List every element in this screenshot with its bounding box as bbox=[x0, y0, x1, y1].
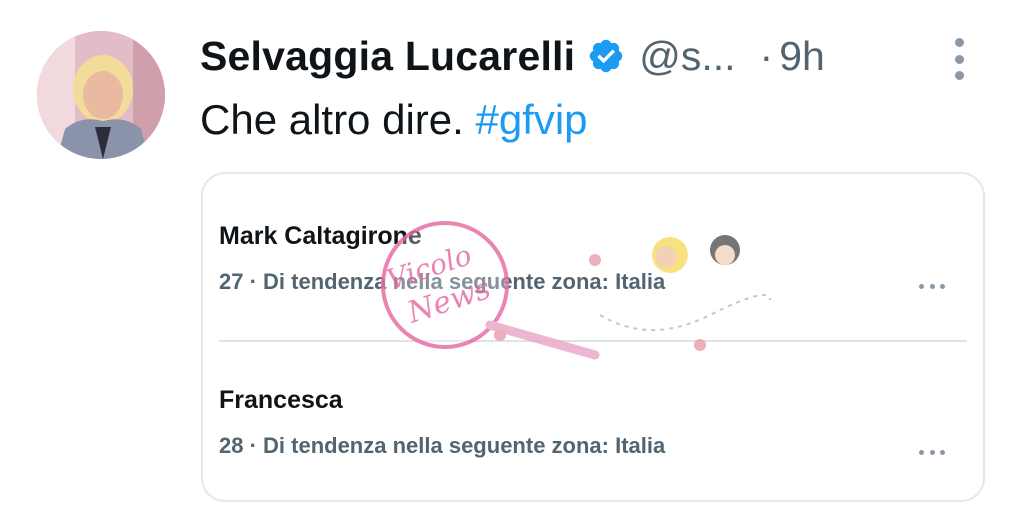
trend-name: Mark Caltagirone bbox=[219, 222, 422, 250]
trend-meta: 28 · Di tendenza nella seguente zona: It… bbox=[219, 433, 666, 458]
divider bbox=[219, 340, 967, 342]
timestamp[interactable]: 9h bbox=[779, 33, 825, 80]
profile-photo bbox=[37, 31, 165, 159]
vertical-ellipsis-icon[interactable] bbox=[951, 38, 967, 80]
trends-card: Mark Caltagirone 27 · Di tendenza nella … bbox=[201, 172, 985, 502]
trend-item-2[interactable]: Francesca 28 · Di tendenza nella seguent… bbox=[219, 386, 967, 459]
separator-dot: · bbox=[759, 32, 774, 79]
author-handle[interactable]: @s... bbox=[639, 33, 735, 80]
trend-meta: 27 · Di tendenza nella seguente zona: It… bbox=[219, 269, 666, 294]
author-name[interactable]: Selvaggia Lucarelli bbox=[200, 33, 575, 80]
avatar[interactable] bbox=[37, 31, 165, 159]
verified-badge-icon bbox=[590, 39, 623, 73]
tweet-text: Che altro dire. #gfvip bbox=[200, 96, 588, 144]
dot-1 bbox=[954, 38, 964, 47]
tweet-body: Che altro dire. bbox=[200, 96, 464, 143]
horizontal-ellipsis-icon[interactable] bbox=[919, 448, 945, 456]
hashtag-link[interactable]: #gfvip bbox=[475, 96, 587, 143]
tweet-header: Selvaggia Lucarelli @s... · 9h bbox=[200, 30, 825, 82]
horizontal-ellipsis-icon[interactable] bbox=[919, 282, 945, 290]
trend-name: Francesca bbox=[219, 386, 343, 414]
dot-2 bbox=[954, 54, 964, 64]
trend-item-1[interactable]: Mark Caltagirone 27 · Di tendenza nella … bbox=[219, 222, 967, 295]
dot-3 bbox=[954, 71, 964, 80]
